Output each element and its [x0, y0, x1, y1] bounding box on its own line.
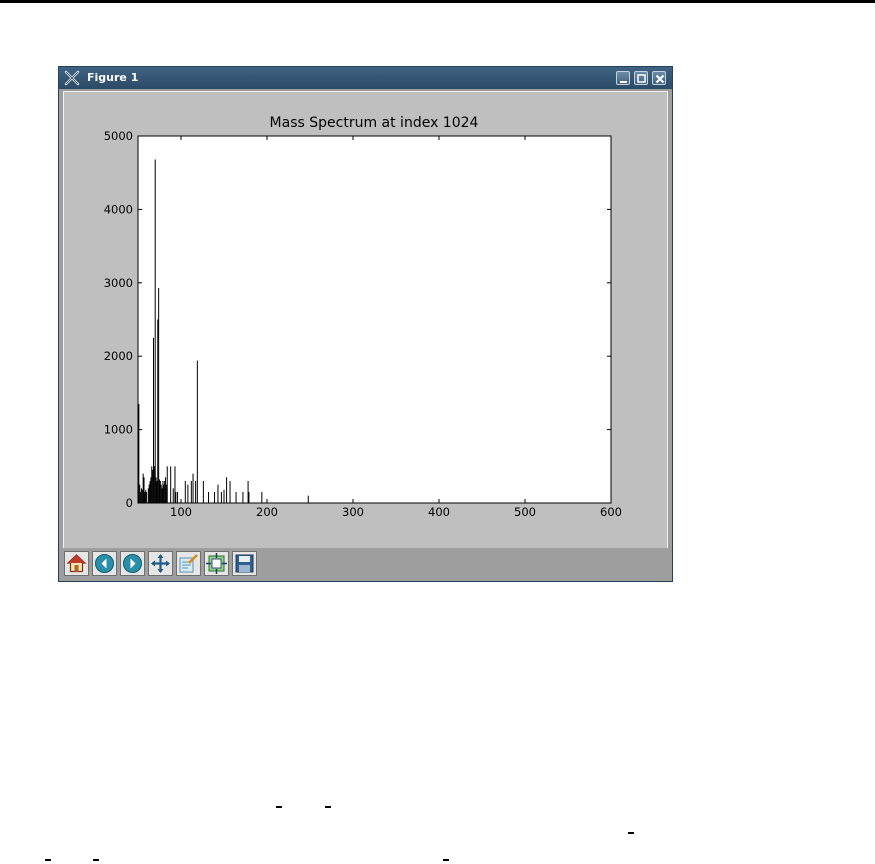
subplots-icon[interactable]	[204, 551, 229, 576]
back-icon[interactable]	[92, 551, 117, 576]
y-tick-label: 1000	[104, 423, 133, 437]
y-tick-label: 4000	[104, 202, 133, 216]
save-icon[interactable]	[232, 551, 257, 576]
x-tick-label: 600	[600, 505, 622, 519]
maximize-icon[interactable]	[634, 71, 648, 85]
chart-title: Mass Spectrum at index 1024	[270, 115, 479, 131]
y-tick-label: 2000	[104, 349, 133, 363]
x-tick-label: 500	[514, 505, 536, 519]
minimize-icon[interactable]	[616, 71, 630, 85]
title-bar[interactable]: Figure 1	[59, 67, 672, 89]
pan-icon[interactable]	[148, 551, 173, 576]
x-tick-label: 200	[256, 505, 278, 519]
plot-area	[137, 135, 612, 504]
text-fragment	[45, 859, 51, 861]
figure-window: Figure 1 Mass Spectrum at index 1024 100…	[58, 66, 673, 582]
text-fragment	[93, 859, 99, 861]
y-tick-label: 5000	[104, 129, 133, 143]
x-tick-label: 400	[428, 505, 450, 519]
window-title: Figure 1	[87, 71, 139, 84]
home-icon[interactable]	[64, 551, 89, 576]
mass-spectrum-chart: Mass Spectrum at index 1024 100 200 300 400…	[104, 115, 622, 519]
navigation-toolbar	[59, 548, 672, 581]
text-fragment	[628, 832, 634, 834]
forward-icon[interactable]	[120, 551, 145, 576]
app-icon	[64, 70, 80, 86]
text-fragment	[325, 806, 331, 808]
text-fragment	[443, 859, 449, 861]
x-tick-label: 100	[170, 505, 192, 519]
page-top-rule	[0, 0, 875, 3]
figure-canvas: Mass Spectrum at index 1024 100 200 300 400…	[63, 91, 668, 573]
y-tick-label: 0	[126, 496, 133, 510]
text-fragment	[276, 806, 282, 808]
close-icon[interactable]	[652, 71, 666, 85]
zoom-icon[interactable]	[176, 551, 201, 576]
y-tick-label: 3000	[104, 276, 133, 290]
x-tick-label: 300	[342, 505, 364, 519]
